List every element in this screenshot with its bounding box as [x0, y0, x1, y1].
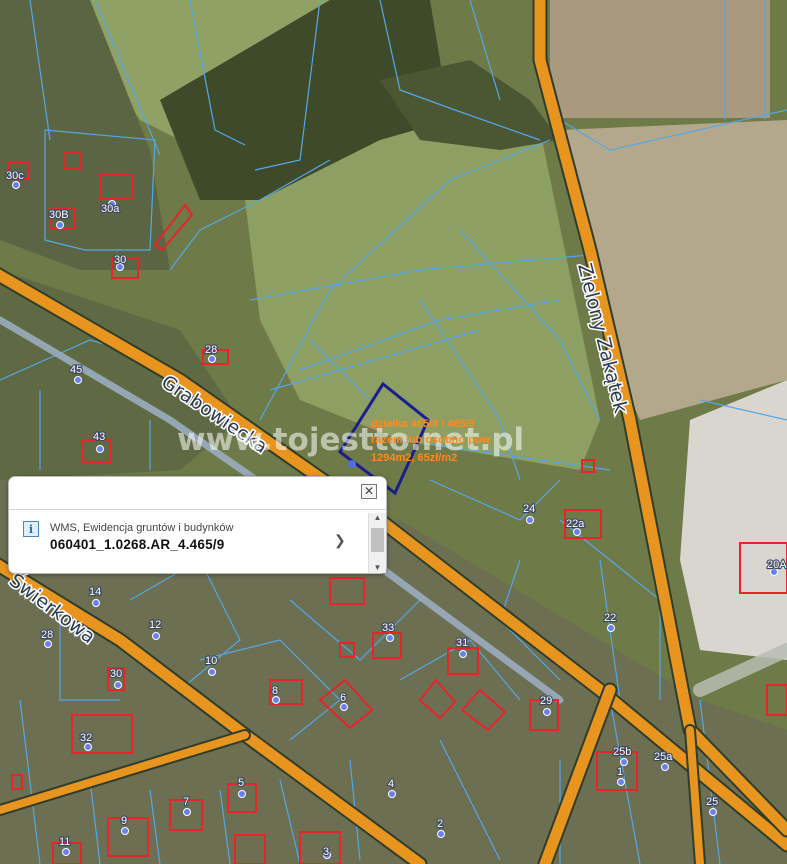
- chevron-right-icon[interactable]: ❯: [334, 532, 346, 549]
- popup-scrollbar[interactable]: ▲ ▼: [368, 513, 386, 573]
- address-number: 25b: [613, 746, 631, 758]
- address-number: 8: [272, 685, 278, 697]
- address-number: 3: [323, 846, 329, 858]
- address-number: 22a: [566, 518, 585, 530]
- address-number: 33: [382, 622, 394, 634]
- identify-popup[interactable]: ✕ i WMS, Ewidencja gruntów i budynków 06…: [8, 476, 387, 574]
- address-number: 12: [149, 619, 161, 631]
- address-number: 31: [456, 637, 468, 649]
- address-number: 30: [114, 254, 126, 266]
- parcel-identifier[interactable]: 060401_1.0268.AR_4.465/9: [50, 537, 224, 552]
- address-number: 28: [41, 629, 53, 641]
- address-number: 30B: [49, 209, 69, 221]
- scrollbar-thumb[interactable]: [371, 528, 384, 552]
- parcel-annotation-line3: 1294m2, 65zł/m2: [371, 452, 457, 464]
- address-number: 25: [706, 796, 718, 808]
- info-icon: i: [23, 521, 39, 537]
- address-number: 4: [388, 778, 394, 790]
- address-number: 9: [121, 815, 127, 827]
- address-number: 30: [110, 668, 122, 680]
- address-number: 11: [59, 836, 70, 848]
- address-number: 14: [89, 586, 101, 598]
- address-number: 1: [617, 766, 623, 778]
- plowed-field: [550, 0, 770, 118]
- address-number: 43: [93, 431, 105, 443]
- address-number: 29: [540, 695, 552, 707]
- address-number: 32: [80, 732, 92, 744]
- popup-divider: [9, 509, 386, 510]
- address-number: 6: [340, 692, 346, 704]
- paved-area: [680, 380, 787, 660]
- scroll-up-icon[interactable]: ▲: [369, 513, 386, 523]
- scroll-down-icon[interactable]: ▼: [369, 563, 386, 573]
- address-number: 5: [238, 777, 244, 789]
- address-number: 7: [183, 796, 189, 808]
- address-number: 22: [604, 612, 616, 624]
- parcel-annotation-line2: razem lub osobno pow: [371, 434, 491, 446]
- layer-name: WMS, Ewidencja gruntów i budynków: [50, 522, 234, 534]
- address-number: 30a: [101, 203, 120, 215]
- address-number: 25a: [654, 751, 673, 763]
- close-icon[interactable]: ✕: [361, 484, 377, 499]
- address-number: 45: [70, 364, 82, 376]
- address-number: 10: [205, 655, 217, 667]
- address-number: 30c: [6, 170, 24, 182]
- parcel-marker: [348, 460, 356, 468]
- address-number: 24: [523, 503, 535, 515]
- address-number: 28: [205, 344, 217, 356]
- address-number: 2: [437, 818, 443, 830]
- parcel-annotation-line1: działka 465/8 i 465/9: [371, 418, 475, 430]
- map-canvas[interactable]: 30c 30B 30a 30 28 45 43 24 22a 20A 14 28…: [0, 0, 787, 864]
- address-number: 20A: [767, 559, 787, 571]
